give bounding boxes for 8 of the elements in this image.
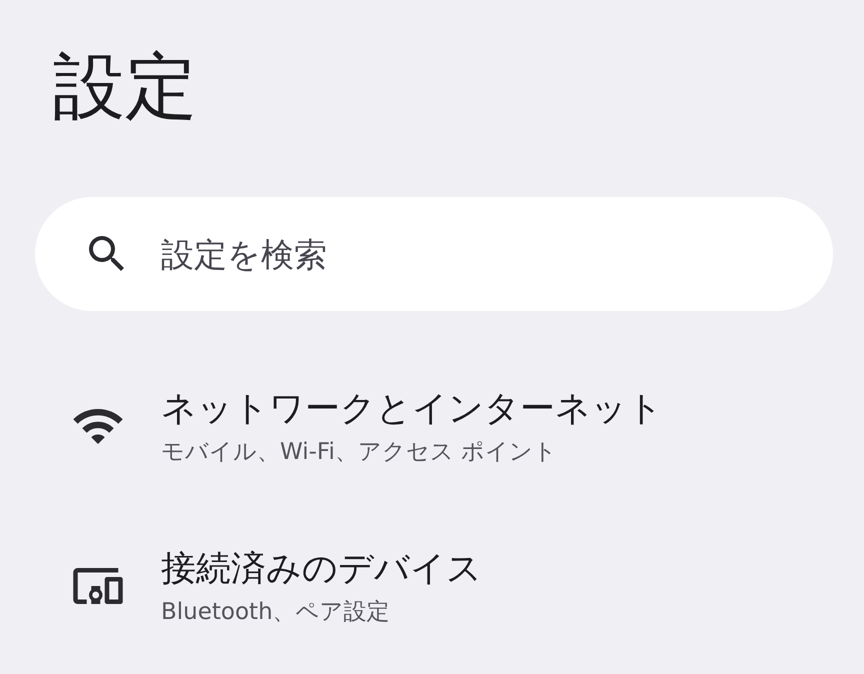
page-title: 設定 — [53, 43, 198, 130]
settings-item[interactable]: 接続済みのデバイス Bluetooth、ペア設定 — [35, 545, 833, 627]
item-title: 接続済みのデバイス — [161, 548, 482, 591]
item-title: ネットワークとインターネット — [161, 388, 663, 431]
item-subtitle: Bluetooth、ペア設定 — [161, 598, 391, 627]
settings-item[interactable]: ネットワークとインターネット モバイル、Wi-Fi、アクセス ポイント — [35, 385, 833, 467]
item-subtitle: モバイル、Wi-Fi、アクセス ポイント — [161, 438, 558, 467]
search-field[interactable]: 設定を検索 — [35, 197, 833, 311]
